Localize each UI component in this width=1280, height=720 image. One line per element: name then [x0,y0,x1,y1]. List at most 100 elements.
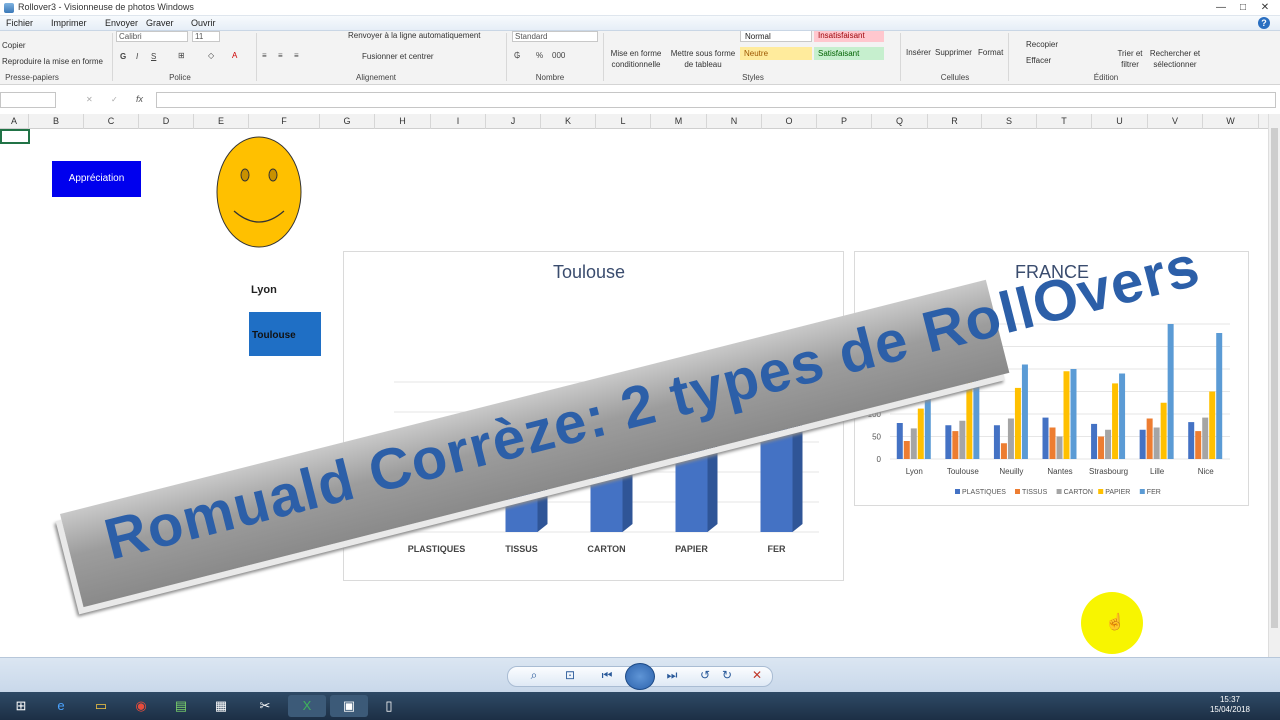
menu-envoyer[interactable]: Envoyer [105,18,138,28]
snipping-tool-icon[interactable]: ✂ [246,695,284,717]
column-header-T[interactable]: T [1037,114,1092,129]
column-header-G[interactable]: G [320,114,375,129]
column-header-U[interactable]: U [1092,114,1148,129]
column-header-E[interactable]: E [194,114,249,129]
column-header-F[interactable]: F [249,114,320,129]
font-size-select[interactable]: 11 [192,31,220,42]
column-header-O[interactable]: O [762,114,817,129]
copy-button[interactable]: Copier [2,41,26,50]
chrome-icon[interactable]: ◉ [122,695,160,717]
align-center-icon[interactable]: ≡ [278,51,283,60]
wrap-text-button[interactable]: Renvoyer à la ligne automatiquement [348,31,481,40]
delete-icon[interactable]: ✕ [747,668,767,682]
fill-button[interactable]: Recopier [1026,40,1058,49]
vertical-scrollbar[interactable] [1268,114,1280,657]
scroll-thumb[interactable] [1271,128,1278,628]
style-neutral[interactable]: Neutre [740,47,812,60]
italic-button[interactable]: I [136,52,138,61]
rotate-left-icon[interactable]: ↺ [695,668,715,682]
delete-cells-button[interactable]: Supprimer [935,48,972,57]
conditional-format-button[interactable]: Mise en forme conditionnelle [606,48,666,70]
toulouse-rollover[interactable]: Toulouse [249,312,321,356]
worksheet[interactable]: Appréciation Lyon Toulouse Toulouse PLAS… [0,129,1268,657]
currency-icon[interactable]: ₲ [514,51,520,60]
column-header-J[interactable]: J [486,114,541,129]
font-name-select[interactable]: Calibri [116,31,188,42]
excel-icon[interactable]: X [288,695,326,717]
internet-explorer-icon[interactable]: e [42,695,80,717]
lyon-label[interactable]: Lyon [251,284,277,296]
column-header-N[interactable]: N [707,114,762,129]
column-header-A[interactable]: A [0,114,29,129]
format-cells-button[interactable]: Format [978,48,1003,57]
column-header-C[interactable]: C [84,114,139,129]
column-header-V[interactable]: V [1148,114,1203,129]
active-cell[interactable] [0,129,30,144]
insert-cells-button[interactable]: Insérer [906,48,931,57]
formula-input[interactable] [156,92,1276,108]
explorer-icon[interactable]: ▭ [82,695,120,717]
thousands-button[interactable]: 000 [552,51,565,60]
smiley-shape[interactable] [214,135,304,249]
align-left-icon[interactable]: ≡ [262,51,267,60]
name-box[interactable] [0,92,56,108]
slideshow-button[interactable] [625,663,655,690]
column-header-Q[interactable]: Q [872,114,928,129]
help-icon[interactable]: ? [1258,17,1270,29]
maximize-button[interactable]: □ [1236,1,1250,14]
appreciation-button[interactable]: Appréciation [52,161,141,197]
clock-time: 15:37 [1219,695,1240,704]
menu-ouvrir[interactable]: Ouvrir [191,18,216,28]
fill-color-icon[interactable]: ◇ [208,51,214,60]
column-header-H[interactable]: H [375,114,431,129]
insert-function-icon[interactable]: fx [136,94,143,104]
taskbar-clock[interactable]: 15:37 15/04/2018 [1210,695,1250,715]
column-header-M[interactable]: M [651,114,707,129]
menu-graver[interactable]: Graver [146,18,174,28]
percent-button[interactable]: % [536,51,543,60]
align-right-icon[interactable]: ≡ [294,51,299,60]
spreadsheet-icon[interactable]: ▤ [162,695,200,717]
borders-icon[interactable]: ⊞ [178,51,185,60]
start-button-icon[interactable]: ⊞ [2,695,40,717]
column-header-K[interactable]: K [541,114,596,129]
confirm-entry-icon[interactable]: ✓ [111,95,118,104]
format-painter-button[interactable]: Reproduire la mise en forme [2,57,103,66]
cancel-entry-icon[interactable]: ✕ [86,95,93,104]
x-tick-label: Toulouse [947,467,980,476]
find-select-button[interactable]: Rechercher et sélectionner [1148,48,1202,70]
column-header-S[interactable]: S [982,114,1037,129]
format-as-table-button[interactable]: Mettre sous forme de tableau [668,48,738,70]
menu-imprimer[interactable]: Imprimer [51,18,87,28]
font-color-icon[interactable]: A [232,51,237,60]
previous-icon[interactable]: ⏮ [597,668,617,683]
merge-center-button[interactable]: Fusionner et centrer [362,52,434,61]
clear-button[interactable]: Effacer [1026,56,1051,65]
sort-filter-button[interactable]: Trier et filtrer [1115,48,1145,70]
column-header-P[interactable]: P [817,114,872,129]
column-header-D[interactable]: D [139,114,194,129]
next-icon[interactable]: ⏭ [662,668,682,683]
rotate-right-icon[interactable]: ↻ [717,668,737,682]
number-format-select[interactable]: Standard [512,31,598,42]
actual-size-icon[interactable]: ⊡ [560,668,580,682]
bar-plastiques [945,425,952,459]
left-eye [240,168,250,182]
minimize-button[interactable]: — [1214,1,1228,14]
calculator-icon[interactable]: ▦ [202,695,240,717]
column-header-B[interactable]: B [29,114,84,129]
close-button[interactable]: ✕ [1258,1,1272,14]
zoom-icon[interactable]: ⌕ [524,668,544,683]
menu-fichier[interactable]: Fichier [6,18,33,28]
style-good[interactable]: Satisfaisant [814,47,884,60]
document-icon[interactable]: ▯ [370,695,408,717]
column-header-I[interactable]: I [431,114,486,129]
column-header-W[interactable]: W [1203,114,1259,129]
style-bad[interactable]: Insatisfaisant [814,31,884,42]
column-header-L[interactable]: L [596,114,651,129]
bold-button[interactable]: G [120,52,126,61]
underline-button[interactable]: S [151,52,156,61]
photo-viewer-taskbar-icon[interactable]: ▣ [330,695,368,717]
style-normal[interactable]: Normal [740,31,812,42]
column-header-R[interactable]: R [928,114,982,129]
